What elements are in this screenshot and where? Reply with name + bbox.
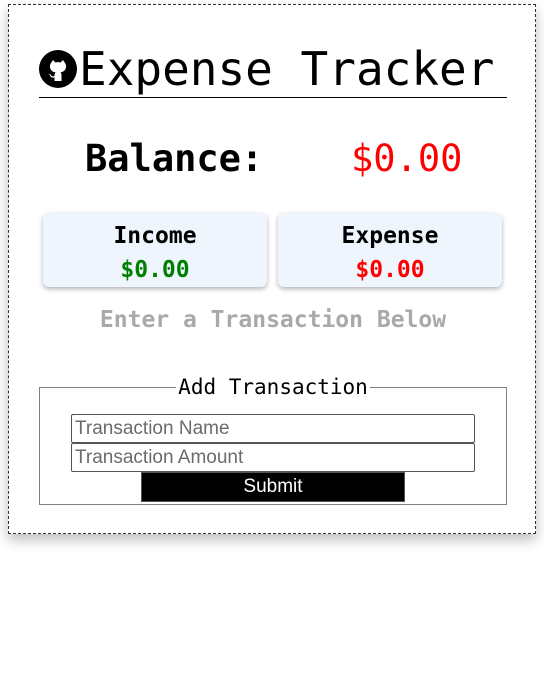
income-value: $0.00 [120,257,190,283]
income-card: Income $0.00 [43,213,267,287]
app-container: Expense Tracker Balance: $0.00 Income $0… [8,4,536,534]
income-label: Income [113,223,197,249]
balance-value: $0.00 [351,137,463,180]
expense-card: Expense $0.00 [278,213,502,287]
empty-transactions-hint: Enter a Transaction Below [99,307,447,333]
page-title: Expense Tracker [79,42,495,96]
expense-label: Expense [341,223,439,249]
page-header: Expense Tracker [39,41,507,98]
transaction-name-input[interactable] [71,414,475,443]
transaction-amount-input[interactable] [71,443,475,472]
github-icon[interactable] [39,50,77,88]
expense-value: $0.00 [355,257,425,283]
submit-button[interactable]: Submit [141,472,405,502]
form-legend: Add Transaction [178,375,368,399]
add-transaction-form: Add Transaction Submit [39,375,507,505]
balance-label: Balance: [85,137,264,180]
